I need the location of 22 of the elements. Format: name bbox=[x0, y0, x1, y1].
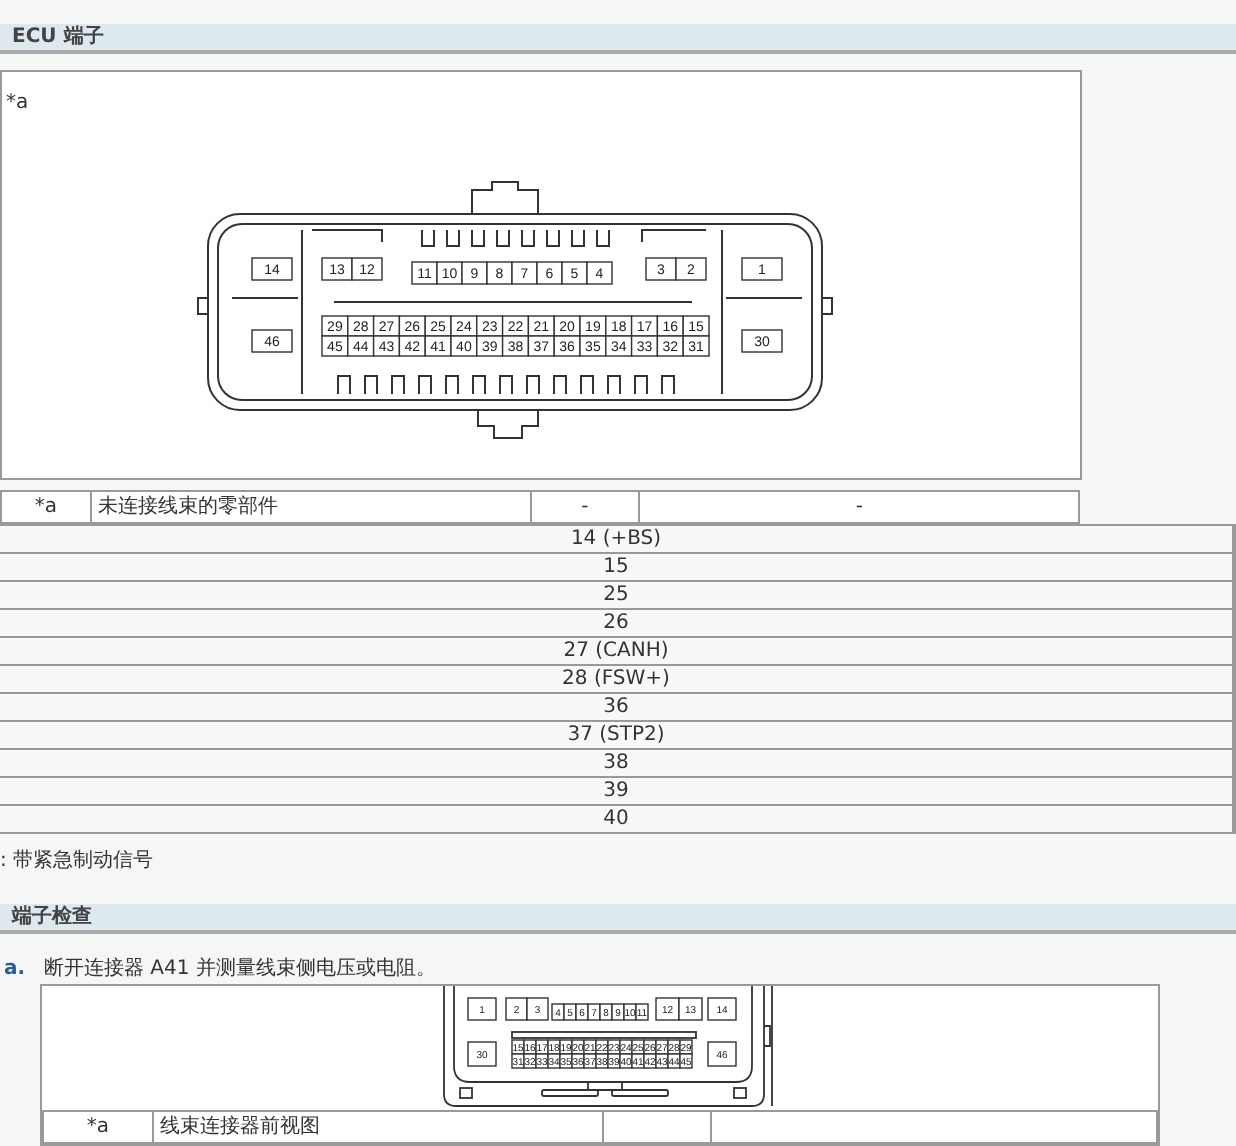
terminal-list-item: 39 bbox=[0, 778, 1232, 806]
terminal-list-item: 36 bbox=[0, 694, 1232, 722]
table-cell: 线束连接器前视图 bbox=[152, 1111, 602, 1143]
table-cell: *a bbox=[43, 1111, 153, 1143]
terminal-list-item: 14 (+BS) bbox=[0, 526, 1232, 554]
callout-label: *a bbox=[4, 90, 31, 118]
table-cell: 未连接线束的零部件 bbox=[90, 491, 531, 523]
section-heading: 端子检查 bbox=[0, 904, 1236, 934]
note-text: : 带紧急制动信号 bbox=[0, 847, 156, 876]
terminal-list-item: 40 bbox=[0, 806, 1232, 834]
table-cell: - bbox=[639, 491, 1079, 523]
step-marker: a. bbox=[2, 956, 28, 984]
terminal-list-item: 25 bbox=[0, 582, 1232, 610]
table-cell: *a bbox=[1, 491, 91, 523]
terminal-list-item: 27 (CANH) bbox=[0, 638, 1232, 666]
terminal-list-item: 15 bbox=[0, 554, 1232, 582]
terminal-list-item: 38 bbox=[0, 750, 1232, 778]
section-heading: ECU 端子 bbox=[0, 24, 1236, 54]
terminal-list-item: 26 bbox=[0, 610, 1232, 638]
terminal-list-item: 28 (FSW+) bbox=[0, 666, 1232, 694]
terminal-list-item: 37 (STP2) bbox=[0, 722, 1232, 750]
step-instruction: 断开连接器 A41 并测量线束侧电压或电阻。 bbox=[44, 955, 436, 984]
